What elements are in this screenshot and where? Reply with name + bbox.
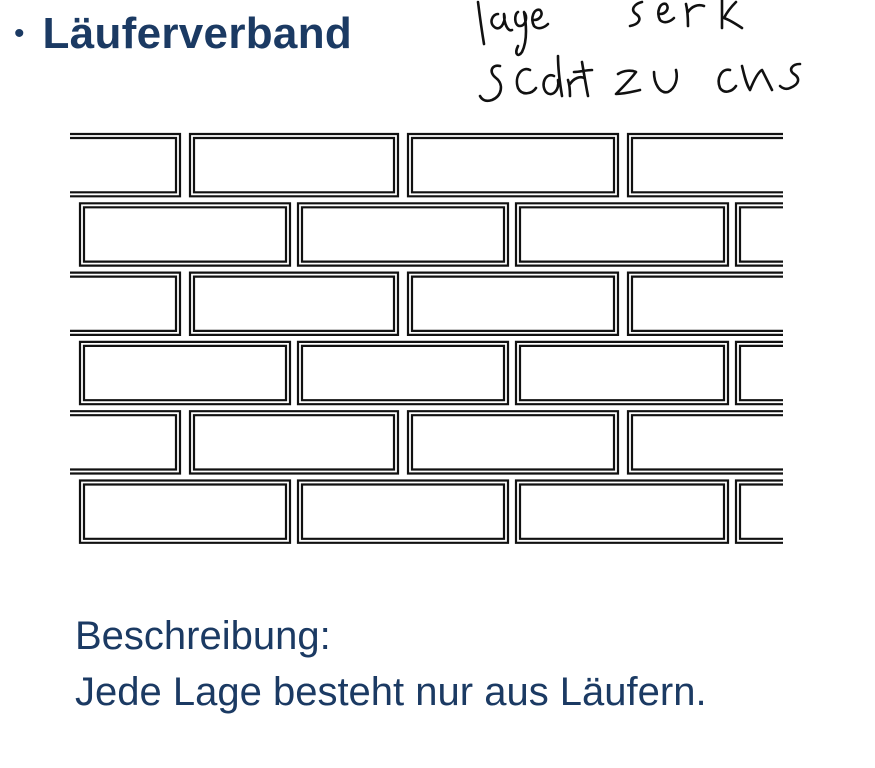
brick-course-6-brick-4-inner: [738, 483, 783, 540]
brick-course-1-brick-4-inner: [630, 136, 783, 194]
brick-course-6-brick-1-outer: [78, 479, 292, 544]
brick-course-1-brick-2-outer: [188, 132, 400, 198]
brick-course-3-brick-1-outer: [70, 271, 182, 336]
brick-course-1-brick-4-outer: [626, 132, 783, 198]
brick-course-4-brick-2-outer: [296, 340, 510, 406]
brick-wall-diagram: [70, 132, 783, 544]
brick-course-2-brick-2-outer: [296, 202, 510, 267]
brick-course-5-brick-3-outer: [406, 410, 620, 475]
brick-course-5-brick-4-outer: [626, 410, 783, 475]
brick-course-4-brick-1-outer: [78, 340, 292, 406]
brick-course-2-brick-4-outer: [734, 202, 783, 267]
brick-course-2-brick-2-inner: [300, 206, 506, 263]
description-label: Beschreibung:: [75, 614, 331, 658]
brick-course-3-brick-4-outer: [626, 271, 783, 336]
brick-course-3-brick-3-outer: [406, 271, 620, 336]
brick-course-5-brick-2-inner: [192, 414, 396, 471]
brick-course-2-brick-4-inner: [738, 206, 783, 263]
brick-course-2-brick-3-inner: [518, 206, 726, 263]
brick-course-5-brick-1-outer: [70, 410, 182, 475]
brick-course-2-brick-1-outer: [78, 202, 292, 267]
brick-course-4-brick-3-outer: [514, 340, 730, 406]
brick-course-5-brick-1-inner: [70, 414, 178, 471]
brick-course-3-brick-1-inner: [70, 275, 178, 332]
brick-course-1-brick-2-inner: [192, 136, 396, 194]
brick-course-5-brick-2-outer: [188, 410, 400, 475]
brick-course-1-brick-1-inner: [70, 136, 178, 194]
brick-course-4-brick-1-inner: [82, 344, 288, 402]
brick-course-6-brick-2-outer: [296, 479, 510, 544]
brick-course-5-brick-3-inner: [410, 414, 616, 471]
brick-course-6-brick-1-inner: [82, 483, 288, 540]
description-block: Beschreibung: Jede Lage besteht nur aus …: [75, 608, 707, 720]
brick-course-3-brick-2-outer: [188, 271, 400, 336]
brick-course-1-brick-1-outer: [70, 132, 182, 198]
brick-course-2-brick-1-inner: [82, 206, 288, 263]
brick-course-3-brick-4-inner: [630, 275, 783, 332]
brick-course-4-brick-3-inner: [518, 344, 726, 402]
brick-course-3-brick-2-inner: [192, 275, 396, 332]
brick-course-5-brick-4-inner: [630, 414, 783, 471]
brick-course-6-brick-3-outer: [514, 479, 730, 544]
brick-course-2-brick-3-outer: [514, 202, 730, 267]
brick-course-6-brick-2-inner: [300, 483, 506, 540]
brick-course-3-brick-3-inner: [410, 275, 616, 332]
brick-course-4-brick-4-inner: [738, 344, 783, 402]
brick-course-1-brick-3-outer: [406, 132, 620, 198]
brick-course-4-brick-4-outer: [734, 340, 783, 406]
brick-course-6-brick-3-inner: [518, 483, 726, 540]
description-text: Jede Lage besteht nur aus Läufern.: [75, 670, 707, 714]
brick-course-1-brick-3-inner: [410, 136, 616, 194]
brick-course-4-brick-2-inner: [300, 344, 506, 402]
brick-course-6-brick-4-outer: [734, 479, 783, 544]
